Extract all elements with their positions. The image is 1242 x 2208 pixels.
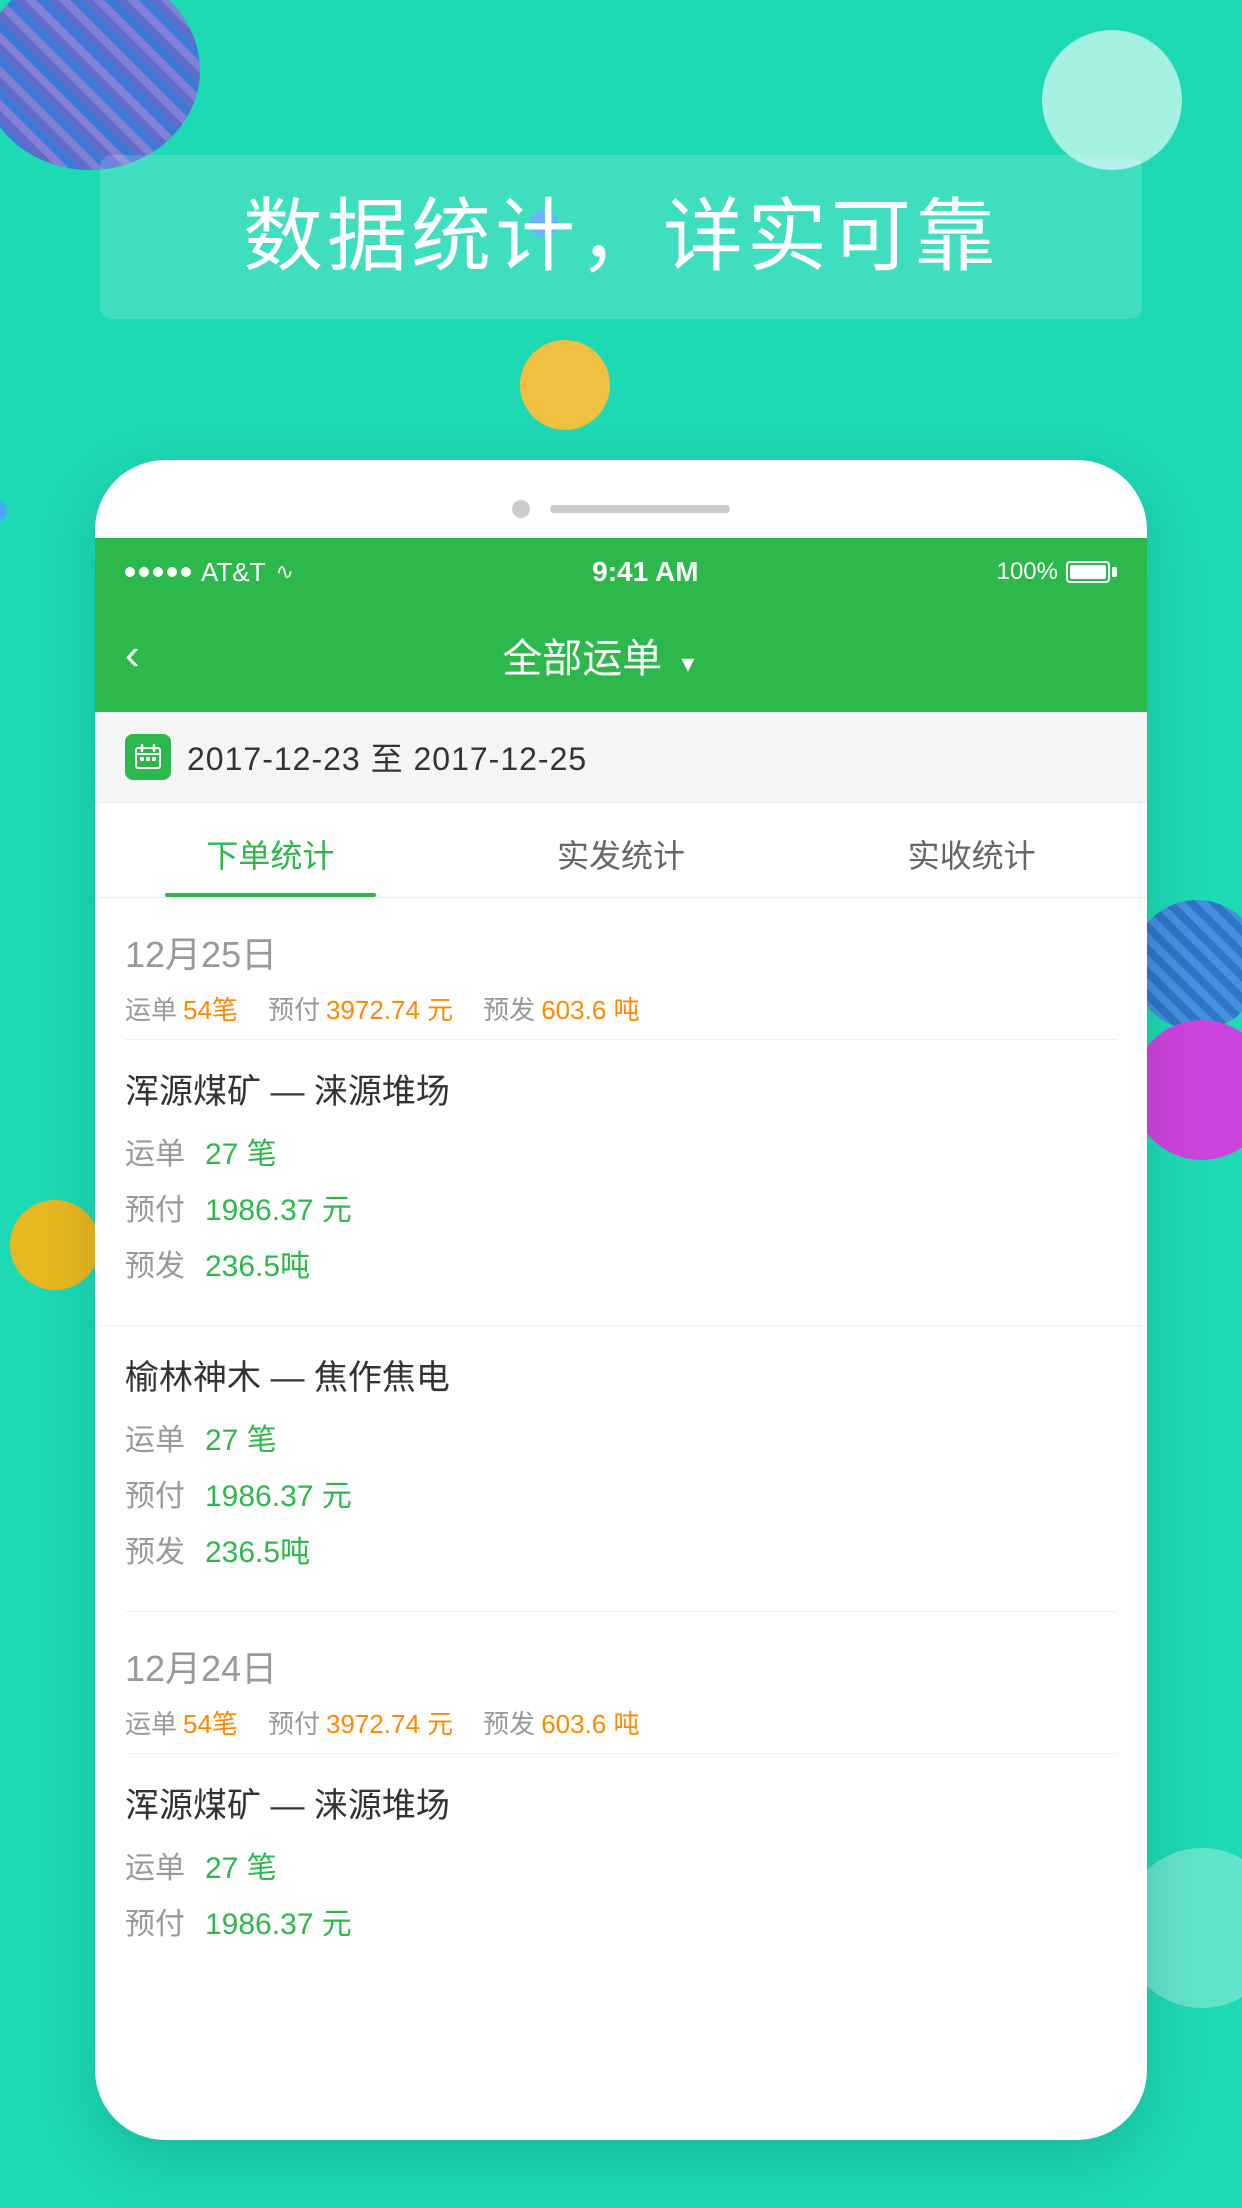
signal-dot bbox=[167, 567, 177, 577]
date-section-summary-dec24: 运单 54笔 预付 3972.74 元 预发 603.6 吨 bbox=[125, 1704, 1117, 1741]
signal-indicator bbox=[125, 567, 191, 577]
tab-bar: 下单统计 实发统计 实收统计 bbox=[95, 803, 1147, 898]
tab-shipped-label: 实发统计 bbox=[557, 838, 685, 874]
phone-top-indicator bbox=[95, 490, 1147, 538]
route-prepay-value-2: 1986.37 元 bbox=[205, 1471, 352, 1515]
route-preship-value-2: 236.5吨 bbox=[205, 1527, 310, 1571]
signal-dot bbox=[125, 567, 135, 577]
date-range-text: 2017-12-23 至 2017-12-25 bbox=[187, 734, 587, 780]
phone-bar bbox=[550, 505, 730, 513]
nav-title: 全部运单 ▾ bbox=[140, 626, 1057, 684]
route-prepay-value-3: 1986.37 元 bbox=[205, 1899, 352, 1943]
date-section-title-dec25: 12月25日 bbox=[125, 926, 1117, 978]
route-preship-label-1: 预发 bbox=[125, 1241, 205, 1285]
preship-label-2: 预发 bbox=[483, 1704, 535, 1741]
preship-value-2: 603.6 吨 bbox=[541, 1704, 639, 1741]
signal-dot bbox=[139, 567, 149, 577]
route-prepay-label-3: 预付 bbox=[125, 1899, 205, 1943]
order-label-2: 运单 bbox=[125, 1704, 177, 1741]
preship-label: 预发 bbox=[483, 990, 535, 1027]
tab-shipped-statistics[interactable]: 实发统计 bbox=[446, 803, 797, 897]
route-prepay-label-2: 预付 bbox=[125, 1471, 205, 1515]
prepay-label-2: 预付 bbox=[268, 1704, 320, 1741]
route-item-3: 浑源煤矿 — 涞源堆场 运单 27 笔 预付 1986.37 元 bbox=[95, 1754, 1147, 1983]
tab-order-statistics[interactable]: 下单统计 bbox=[95, 803, 446, 897]
route-order-value-1: 27 笔 bbox=[205, 1129, 277, 1173]
battery-percentage: 100% bbox=[997, 558, 1058, 586]
route-name-1: 浑源煤矿 — 涞源堆场 bbox=[125, 1064, 1117, 1113]
route-stat-prepay-3: 预付 1986.37 元 bbox=[125, 1899, 1117, 1943]
decorative-striped-circle-top-left bbox=[0, 0, 200, 170]
decorative-white-circle-top-right bbox=[1042, 30, 1182, 170]
decorative-striped-circle-right bbox=[1132, 900, 1242, 1030]
route-name-2: 榆林神木 — 焦作焦电 bbox=[125, 1350, 1117, 1399]
content-area: 12月25日 运单 54笔 预付 3972.74 元 预发 603.6 吨 浑源… bbox=[95, 898, 1147, 1983]
tab-received-statistics[interactable]: 实收统计 bbox=[796, 803, 1147, 897]
signal-dot bbox=[181, 567, 191, 577]
decorative-yellow-circle-left bbox=[10, 1200, 100, 1290]
battery-tip bbox=[1112, 567, 1117, 577]
tab-received-label: 实收统计 bbox=[908, 838, 1036, 874]
decorative-blue-dot-left bbox=[0, 500, 7, 522]
order-label: 运单 bbox=[125, 990, 177, 1027]
route-item-2: 榆林神木 — 焦作焦电 运单 27 笔 预付 1986.37 元 预发 236.… bbox=[95, 1326, 1147, 1611]
battery-fill bbox=[1070, 565, 1106, 579]
route-order-value-2: 27 笔 bbox=[205, 1415, 277, 1459]
date-section-title-dec24: 12月24日 bbox=[125, 1640, 1117, 1692]
status-bar: AT&T ∿ 9:41 AM 100% bbox=[95, 538, 1147, 606]
route-order-label-3: 运单 bbox=[125, 1843, 205, 1887]
preship-value: 603.6 吨 bbox=[541, 990, 639, 1027]
route-prepay-value-1: 1986.37 元 bbox=[205, 1185, 352, 1229]
prepay-value-2: 3972.74 元 bbox=[326, 1704, 453, 1741]
route-stat-prepay-1: 预付 1986.37 元 bbox=[125, 1185, 1117, 1229]
tab-order-label: 下单统计 bbox=[206, 838, 334, 874]
route-stat-preship-1: 预发 236.5吨 bbox=[125, 1241, 1117, 1285]
date-section-dec24: 12月24日 运单 54笔 预付 3972.74 元 预发 603.6 吨 bbox=[95, 1612, 1147, 1753]
route-stat-preship-2: 预发 236.5吨 bbox=[125, 1527, 1117, 1571]
route-stat-order-3: 运单 27 笔 bbox=[125, 1843, 1117, 1887]
route-order-value-3: 27 笔 bbox=[205, 1843, 277, 1887]
date-section-dec25: 12月25日 运单 54笔 预付 3972.74 元 预发 603.6 吨 bbox=[95, 898, 1147, 1039]
status-bar-left: AT&T ∿ bbox=[125, 557, 294, 588]
calendar-icon bbox=[125, 734, 171, 780]
route-item-1: 浑源煤矿 — 涞源堆场 运单 27 笔 预付 1986.37 元 预发 236.… bbox=[95, 1040, 1147, 1325]
status-bar-right: 100% bbox=[997, 558, 1117, 586]
wifi-icon: ∿ bbox=[276, 559, 294, 585]
route-order-label-2: 运单 bbox=[125, 1415, 205, 1459]
date-section-summary-dec25: 运单 54笔 预付 3972.74 元 预发 603.6 吨 bbox=[125, 990, 1117, 1027]
nav-bar: ‹ 全部运单 ▾ bbox=[95, 606, 1147, 712]
phone-dot bbox=[512, 500, 530, 518]
route-stat-order-1: 运单 27 笔 bbox=[125, 1129, 1117, 1173]
order-value-2: 54笔 bbox=[183, 1704, 238, 1741]
decorative-yellow-circle bbox=[520, 340, 610, 430]
back-button[interactable]: ‹ bbox=[125, 630, 140, 680]
decorative-purple-circle bbox=[1132, 1020, 1242, 1160]
route-order-label-1: 运单 bbox=[125, 1129, 205, 1173]
route-name-3: 浑源煤矿 — 涞源堆场 bbox=[125, 1778, 1117, 1827]
route-stat-order-2: 运单 27 笔 bbox=[125, 1415, 1117, 1459]
prepay-value: 3972.74 元 bbox=[326, 990, 453, 1027]
nav-dropdown-icon[interactable]: ▾ bbox=[681, 648, 694, 678]
calendar-icon-wrapper bbox=[125, 734, 171, 780]
prepay-label: 预付 bbox=[268, 990, 320, 1027]
date-filter-bar[interactable]: 2017-12-23 至 2017-12-25 bbox=[95, 712, 1147, 803]
battery-body bbox=[1066, 561, 1110, 583]
route-preship-value-1: 236.5吨 bbox=[205, 1241, 310, 1285]
route-stat-prepay-2: 预付 1986.37 元 bbox=[125, 1471, 1117, 1515]
nav-title-text: 全部运单 bbox=[502, 637, 662, 681]
route-prepay-label-1: 预付 bbox=[125, 1185, 205, 1229]
carrier-label: AT&T bbox=[201, 557, 266, 588]
phone-mockup: AT&T ∿ 9:41 AM 100% ‹ 全部运单 ▾ bbox=[95, 460, 1147, 2140]
signal-dot bbox=[153, 567, 163, 577]
battery-icon bbox=[1066, 561, 1117, 583]
status-bar-time: 9:41 AM bbox=[592, 556, 698, 588]
order-value: 54笔 bbox=[183, 990, 238, 1027]
route-preship-label-2: 预发 bbox=[125, 1527, 205, 1571]
headline-text: 数据统计，详实可靠 bbox=[140, 185, 1102, 289]
headline-container: 数据统计，详实可靠 bbox=[100, 155, 1142, 319]
